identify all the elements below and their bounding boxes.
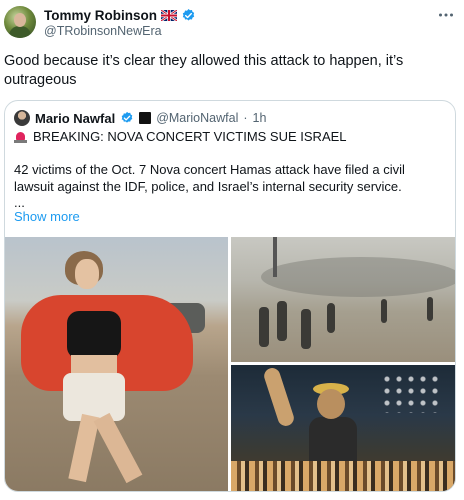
- quoted-author-name[interactable]: Mario Nawfal: [35, 111, 115, 126]
- media-image-people-fleeing[interactable]: [231, 237, 455, 362]
- verified-badge-icon: [182, 8, 195, 20]
- media-grid: [5, 235, 455, 491]
- affiliate-badge-icon: [139, 112, 152, 124]
- media-image-concert-crowd[interactable]: [231, 365, 455, 491]
- time-separator: ·: [243, 111, 248, 125]
- tweet-text: Good because it’s clear they allowed thi…: [4, 53, 404, 88]
- quoted-body: 42 victims of the Oct. 7 Nova concert Ha…: [14, 162, 405, 194]
- more-horizontal-icon[interactable]: [438, 8, 454, 18]
- media-image-woman-running[interactable]: [5, 237, 228, 491]
- author-avatar[interactable]: [4, 6, 36, 38]
- quoted-ellipsis: ...: [14, 195, 25, 210]
- author-name[interactable]: Tommy Robinson: [44, 8, 157, 23]
- quoted-time[interactable]: 1h: [253, 111, 267, 125]
- quoted-author-avatar[interactable]: [14, 110, 30, 126]
- quoted-author-line: Mario Nawfal @MarioNawfal · 1h: [14, 110, 266, 126]
- author-handle[interactable]: @TRobinsonNewEra: [44, 24, 162, 38]
- verified-badge-icon: [121, 111, 133, 123]
- quoted-tweet[interactable]: Mario Nawfal @MarioNawfal · 1h BREAKING:…: [4, 100, 456, 492]
- show-more-link[interactable]: Show more: [14, 209, 80, 224]
- quoted-author-handle[interactable]: @MarioNawfal: [156, 111, 238, 125]
- quoted-headline-line: BREAKING: NOVA CONCERT VICTIMS SUE ISRAE…: [14, 129, 347, 144]
- siren-icon: [14, 130, 27, 143]
- author-line: Tommy Robinson: [44, 6, 196, 24]
- uk-flag-icon: [161, 9, 177, 21]
- quoted-headline: BREAKING: NOVA CONCERT VICTIMS SUE ISRAE…: [33, 129, 347, 144]
